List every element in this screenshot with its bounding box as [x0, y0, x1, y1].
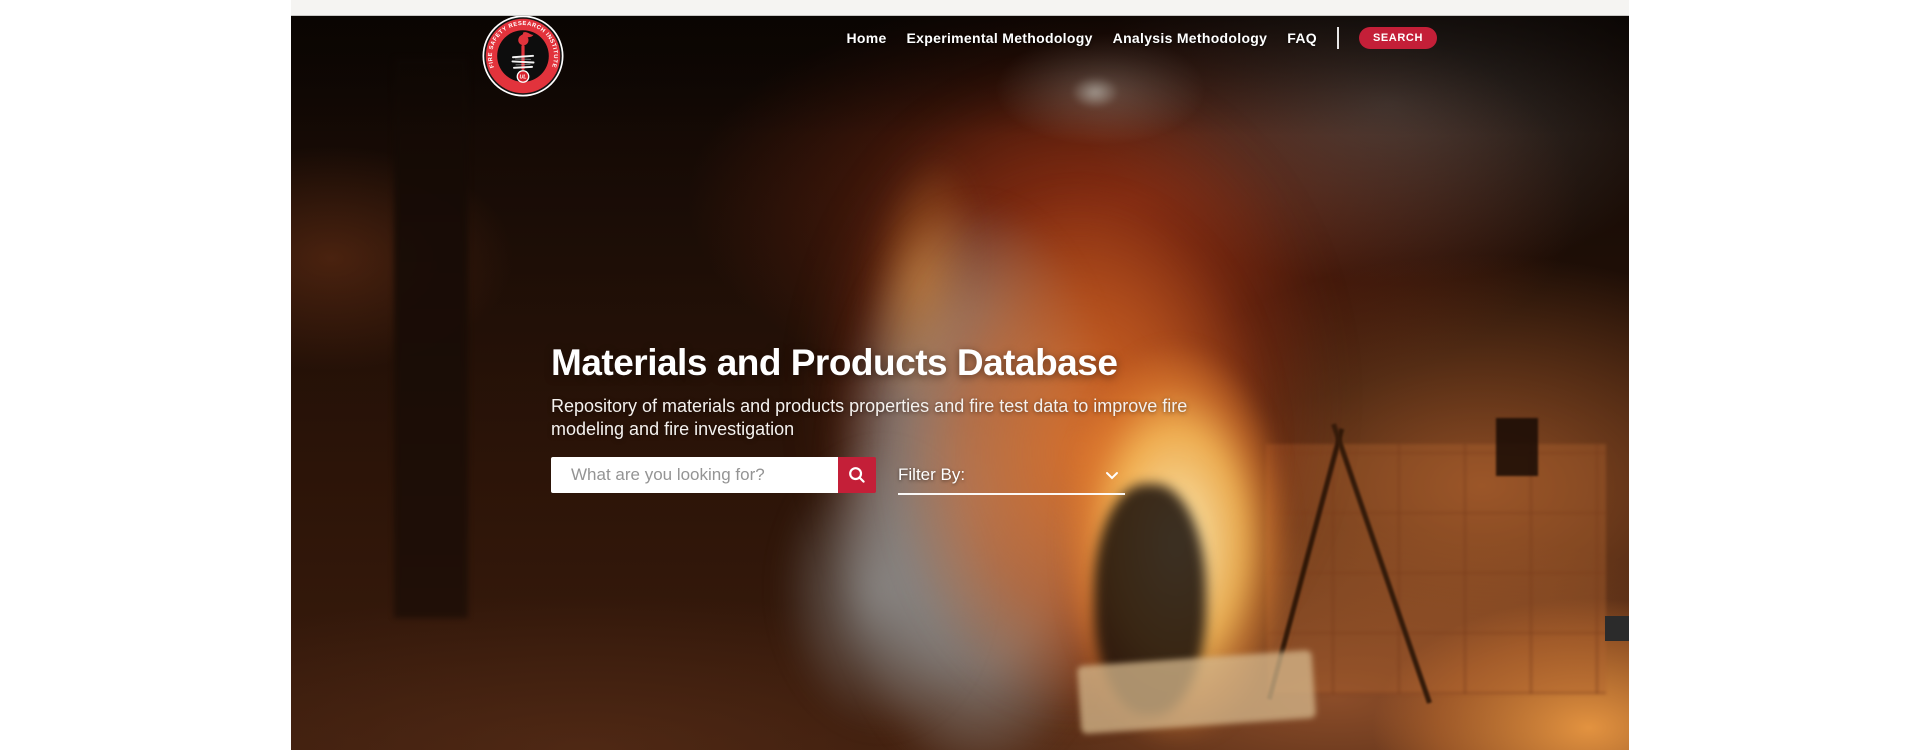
main-nav: Home Experimental Methodology Analysis M… [846, 26, 1437, 50]
hero-art-pole [1331, 423, 1432, 704]
hero-art-plywood-board [1076, 649, 1317, 735]
fsri-logo[interactable]: FIRE SAFETY RESEARCH INSTITUTE UL [482, 16, 564, 97]
hero-art-flame-mid [889, 191, 1274, 716]
page-subtitle: Repository of materials and products pro… [551, 395, 1187, 441]
page-container: FIRE SAFETY RESEARCH INSTITUTE UL Home E… [291, 0, 1629, 750]
nav-link-analysis-methodology[interactable]: Analysis Methodology [1113, 30, 1268, 46]
nav-separator [1336, 27, 1339, 49]
logo-ul-text: UL [520, 75, 527, 81]
magnifier-icon [848, 466, 866, 484]
nav-link-home[interactable]: Home [846, 30, 886, 46]
nav-link-faq[interactable]: FAQ [1287, 30, 1317, 46]
hero-art-pole [1266, 428, 1345, 700]
fsri-logo-graphic: FIRE SAFETY RESEARCH INSTITUTE UL [482, 16, 564, 97]
subtitle-line-2: modeling and fire investigation [551, 419, 795, 439]
hero-art-burnt-object [1094, 484, 1206, 716]
hero-section: FIRE SAFETY RESEARCH INSTITUTE UL Home E… [291, 16, 1629, 750]
edge-widget-button[interactable] [1605, 616, 1629, 641]
hero-art-panel-box [1496, 418, 1538, 476]
nav-search-button[interactable]: SEARCH [1358, 27, 1437, 49]
hero-art-ceiling-lights [1071, 76, 1119, 108]
chevron-down-icon [1105, 471, 1119, 480]
hero-art-osb-wall [1266, 444, 1606, 694]
top-strip [291, 0, 1629, 16]
search-bar: Filter By: [551, 457, 1125, 495]
filter-by-label: Filter By: [898, 465, 966, 484]
search-submit-button[interactable] [838, 457, 876, 493]
search-input[interactable] [551, 457, 838, 493]
subtitle-line-1: Repository of materials and products pro… [551, 396, 1188, 416]
nav-link-experimental-methodology[interactable]: Experimental Methodology [907, 30, 1093, 46]
hero-art-pillar [394, 58, 468, 618]
filter-by-dropdown[interactable]: Filter By: [898, 457, 1125, 495]
page-title: Materials and Products Database [551, 342, 1118, 383]
